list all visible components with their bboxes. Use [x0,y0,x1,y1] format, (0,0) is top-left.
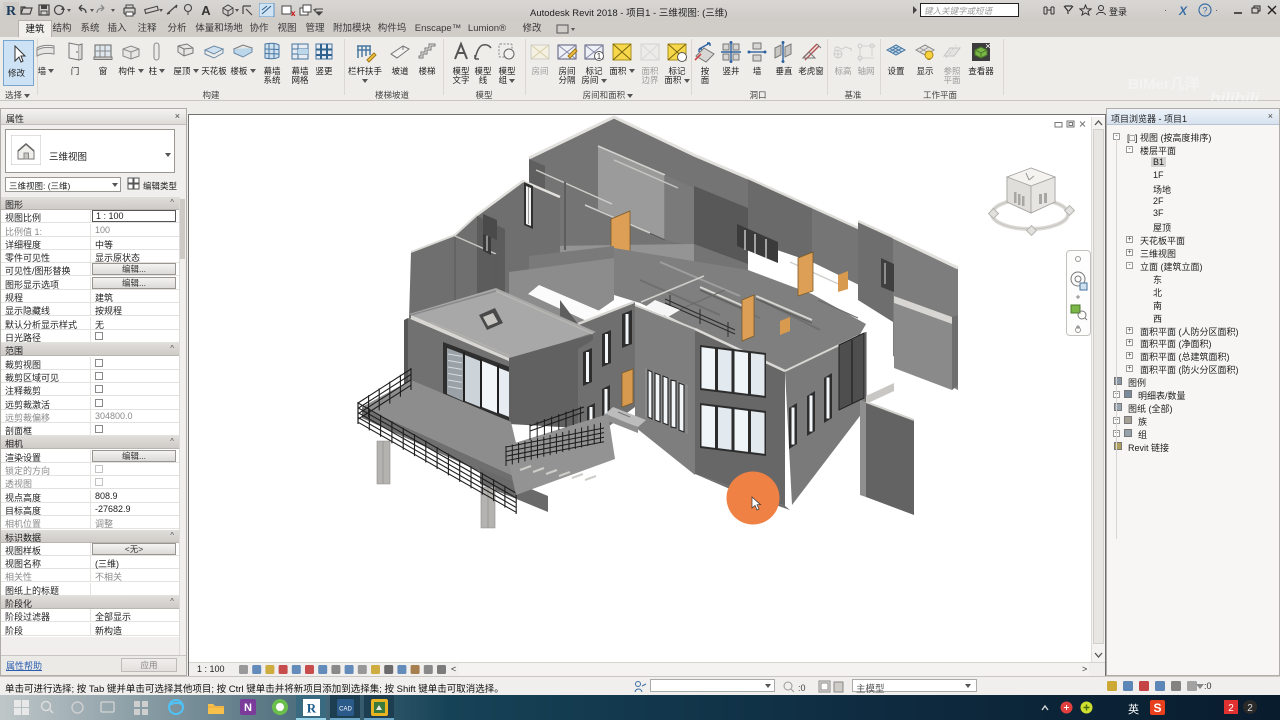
svg-text:N: N [244,702,252,714]
svg-text:R: R [6,4,17,18]
svg-text:A: A [201,3,211,17]
svg-text:?: ? [1202,6,1207,16]
svg-text::0: :0 [798,683,806,693]
svg-text:x: x [291,9,296,17]
svg-text:CAD: CAD [339,707,352,713]
svg-text:2: 2 [1228,703,1234,714]
svg-text:R: R [307,701,317,716]
svg-text:X: X [1178,4,1188,16]
svg-text:2: 2 [1247,703,1253,714]
svg-text:S: S [1153,701,1161,715]
